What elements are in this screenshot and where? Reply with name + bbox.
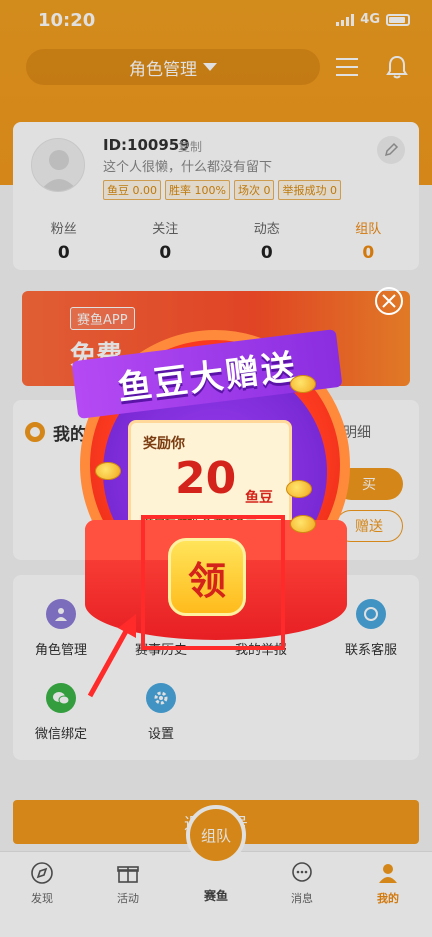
arrow-icon xyxy=(87,614,136,698)
coin-icon xyxy=(286,480,312,498)
coin-icon xyxy=(95,462,121,480)
reward-unit: 鱼豆 xyxy=(245,490,273,506)
claim-highlight-box xyxy=(141,515,285,650)
reward-coupon: 奖励你 20 鱼豆 开房玩游戏 免费拿鱼豆 xyxy=(128,420,292,530)
coin-icon xyxy=(290,375,316,393)
coin-icon xyxy=(290,515,316,533)
reward-popup: 奖励你 20 鱼豆 开房玩游戏 免费拿鱼豆 鱼豆大赠送 领 xyxy=(0,0,432,937)
reward-amount: 20 xyxy=(175,453,237,504)
reward-label: 奖励你 xyxy=(143,436,185,452)
